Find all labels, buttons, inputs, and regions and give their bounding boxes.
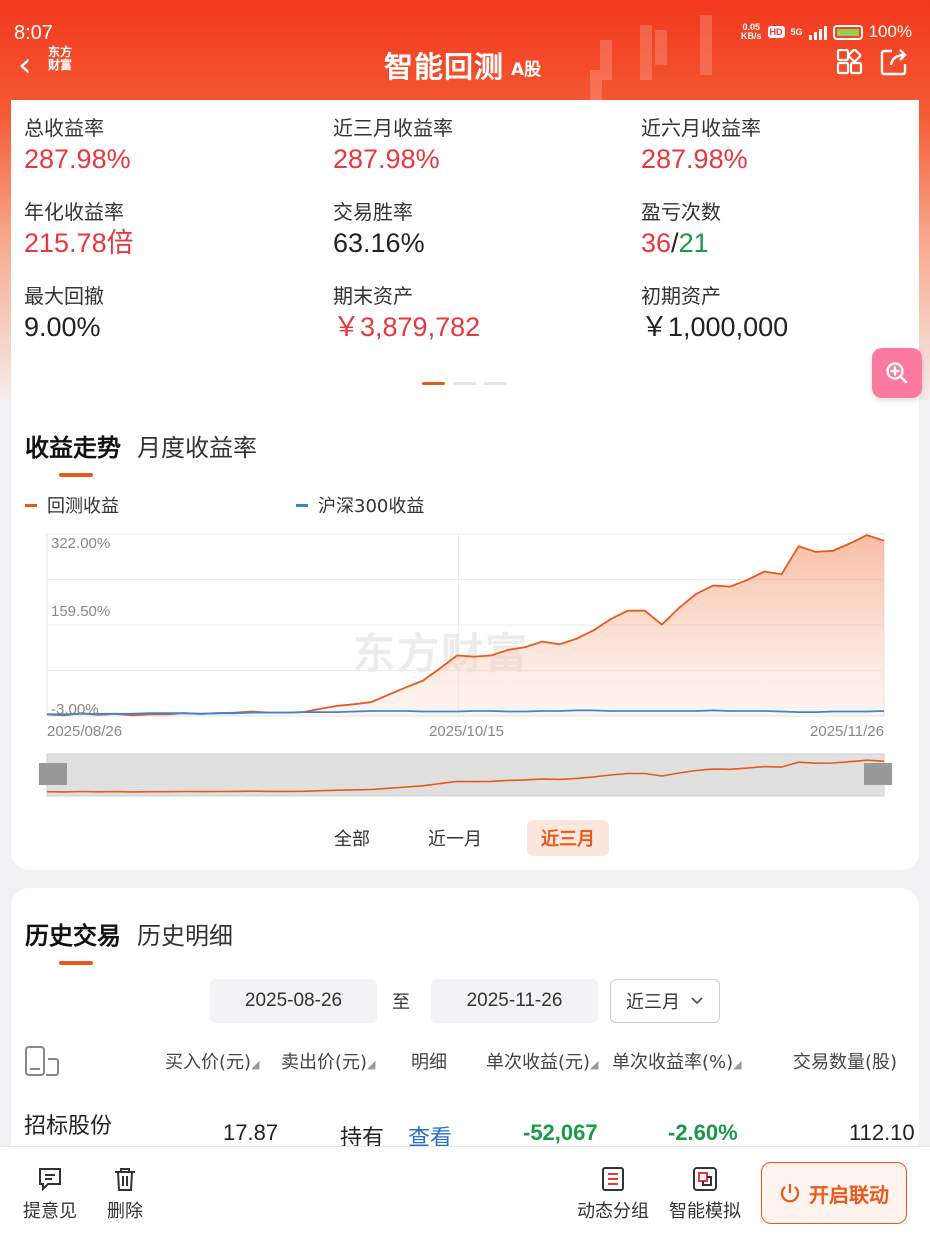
period-value: 近三月	[626, 992, 680, 1013]
date-from-field[interactable]: 2025-08-26	[210, 979, 377, 1023]
col-sell-price[interactable]: 卖出价(元)◢	[281, 1048, 376, 1074]
date-range-separator: 至	[392, 992, 410, 1013]
tab-history-trades[interactable]: 历史交易	[25, 916, 121, 965]
date-to-field[interactable]: 2025-11-26	[431, 979, 598, 1023]
zoom-handle-left[interactable]	[39, 763, 67, 785]
col-label: 卖出价(元)	[281, 1052, 368, 1073]
x-tick-label: 2025/08/26	[47, 723, 122, 740]
return-chart[interactable]: 322.00% 159.50% -3.00% 2025/08/26 2025/10/15…	[0, 0, 930, 810]
smart-simulate-label: 智能模拟	[669, 1201, 741, 1222]
range-all-button[interactable]: 全部	[320, 820, 384, 856]
x-tick-label: 2025/11/26	[810, 723, 884, 740]
feedback-label: 提意见	[23, 1201, 77, 1222]
history-tabs: 历史交易 历史明细	[25, 916, 233, 965]
col-label: 买入价(元)	[165, 1052, 252, 1073]
single-rate: -2.60%	[668, 1120, 738, 1145]
col-detail: 明细	[411, 1052, 447, 1073]
enable-link-button[interactable]: 开启联动	[761, 1162, 907, 1224]
x-tick-label: 2025/10/15	[429, 723, 504, 740]
col-single-rate[interactable]: 单次收益率(%)◢	[612, 1048, 742, 1074]
y-tick-label: 159.50%	[51, 603, 110, 620]
power-icon	[780, 1184, 800, 1203]
backtest-area	[47, 535, 884, 716]
sort-icon: ◢	[367, 1058, 376, 1071]
col-label: 单次收益(元)	[486, 1052, 591, 1073]
y-tick-label: -3.00%	[51, 701, 99, 718]
col-buy-price[interactable]: 买入价(元)◢	[165, 1048, 260, 1074]
range-1m-button[interactable]: 近一月	[414, 820, 496, 856]
feedback-button[interactable]: 提意见	[23, 1165, 77, 1223]
delete-button[interactable]: 删除	[107, 1165, 143, 1223]
period-select[interactable]: 近三月	[610, 979, 720, 1023]
zoom-slider-track	[46, 753, 885, 797]
tab-history-details[interactable]: 历史明细	[137, 916, 233, 951]
sort-icon: ◢	[590, 1058, 599, 1071]
list-icon	[602, 1167, 624, 1191]
simulate-icon	[693, 1167, 717, 1191]
chevron-down-icon	[691, 997, 703, 1005]
col-single-profit[interactable]: 单次收益(元)◢	[486, 1048, 599, 1074]
phone-switch-icon[interactable]	[24, 1045, 60, 1077]
trade-quantity: 112.10	[849, 1120, 915, 1145]
y-tick-label: 322.00%	[51, 535, 110, 552]
sort-icon: ◢	[733, 1058, 742, 1071]
stock-name[interactable]: 招标股份	[24, 1108, 112, 1140]
bottom-toolbar: 提意见 删除 动态分组 智能模拟 开启联动	[0, 1146, 930, 1240]
trash-icon	[115, 1168, 135, 1191]
delete-label: 删除	[107, 1201, 143, 1222]
range-3m-button[interactable]: 近三月	[527, 820, 609, 856]
col-quantity: 交易数量(股)	[793, 1052, 898, 1073]
enable-link-label: 开启联动	[809, 1182, 889, 1207]
zoom-handle-right[interactable]	[864, 763, 892, 785]
feedback-icon	[39, 1168, 61, 1192]
sort-icon: ◢	[251, 1058, 260, 1071]
dynamic-group-label: 动态分组	[577, 1201, 649, 1222]
dynamic-group-button[interactable]: 动态分组	[577, 1165, 649, 1223]
smart-simulate-button[interactable]: 智能模拟	[669, 1165, 741, 1223]
single-profit: -52,067	[523, 1120, 598, 1145]
buy-price: 17.87	[223, 1120, 279, 1145]
col-label: 单次收益率(%)	[612, 1052, 734, 1073]
